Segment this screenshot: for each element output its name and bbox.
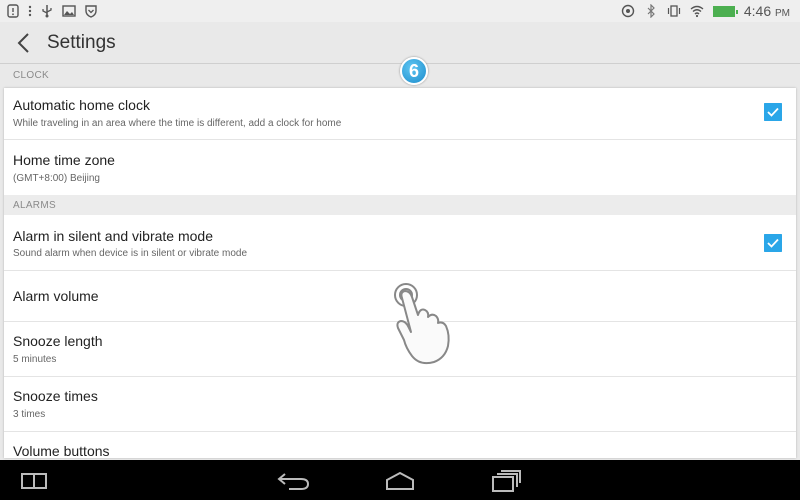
vibrate-icon xyxy=(667,5,680,17)
back-arrow-icon[interactable] xyxy=(14,31,34,55)
setting-title: Snooze times xyxy=(13,388,98,404)
setting-home-time-zone[interactable]: Home time zone (GMT+8:00) Beijing xyxy=(4,140,796,195)
app-bar: Settings xyxy=(0,22,800,64)
setting-alarm-silent-vibrate[interactable]: Alarm in silent and vibrate mode Sound a… xyxy=(4,215,796,271)
setting-title: Snooze length xyxy=(13,333,103,349)
navigation-bar xyxy=(0,460,800,500)
tap-gesture-hand-icon xyxy=(394,283,450,365)
image-icon xyxy=(62,5,76,17)
setting-title: Alarm volume xyxy=(13,288,99,304)
battery-icon xyxy=(712,5,738,17)
setting-title: Volume buttons xyxy=(13,443,110,458)
clock-time: 4:46 PM xyxy=(743,3,790,19)
setting-automatic-home-clock[interactable]: Automatic home clock While traveling in … xyxy=(4,88,796,140)
setting-subtitle: Sound alarm when device is in silent or … xyxy=(13,248,248,259)
usb-icon xyxy=(42,5,52,18)
section-label-clock: CLOCK xyxy=(13,70,49,81)
wifi-icon xyxy=(690,5,704,18)
section-label-alarms: ALARMS xyxy=(13,200,56,211)
setting-subtitle: (GMT+8:00) Beijing xyxy=(13,173,100,184)
setting-volume-buttons[interactable]: Volume buttons xyxy=(4,432,796,458)
setting-subtitle: While traveling in an area where the tim… xyxy=(13,118,342,129)
recents-icon[interactable] xyxy=(490,469,522,493)
more-dots-icon xyxy=(28,5,32,17)
sync-icon xyxy=(621,4,635,18)
step-badge: 6 xyxy=(400,57,428,85)
notification-icon xyxy=(7,4,19,18)
status-bar-right: 4:46 PM xyxy=(621,3,790,19)
multiwindow-icon[interactable] xyxy=(20,472,48,490)
bluetooth-icon xyxy=(647,4,655,18)
section-header-alarms: ALARMS xyxy=(4,195,796,215)
status-bar: 4:46 PM xyxy=(0,0,800,22)
setting-title: Automatic home clock xyxy=(13,97,150,113)
shield-icon xyxy=(85,5,97,18)
settings-list: Automatic home clock While traveling in … xyxy=(4,88,796,458)
setting-subtitle: 3 times xyxy=(13,409,46,420)
home-icon[interactable] xyxy=(384,470,416,492)
setting-title: Home time zone xyxy=(13,152,115,168)
back-icon[interactable] xyxy=(277,470,311,492)
automatic-home-clock-checkbox[interactable] xyxy=(764,103,782,121)
setting-subtitle: 5 minutes xyxy=(13,354,57,365)
alarm-silent-checkbox[interactable] xyxy=(764,234,782,252)
setting-title: Alarm in silent and vibrate mode xyxy=(13,228,213,244)
setting-snooze-times[interactable]: Snooze times 3 times xyxy=(4,377,796,432)
page-title: Settings xyxy=(47,32,116,53)
status-bar-left xyxy=(6,3,98,19)
